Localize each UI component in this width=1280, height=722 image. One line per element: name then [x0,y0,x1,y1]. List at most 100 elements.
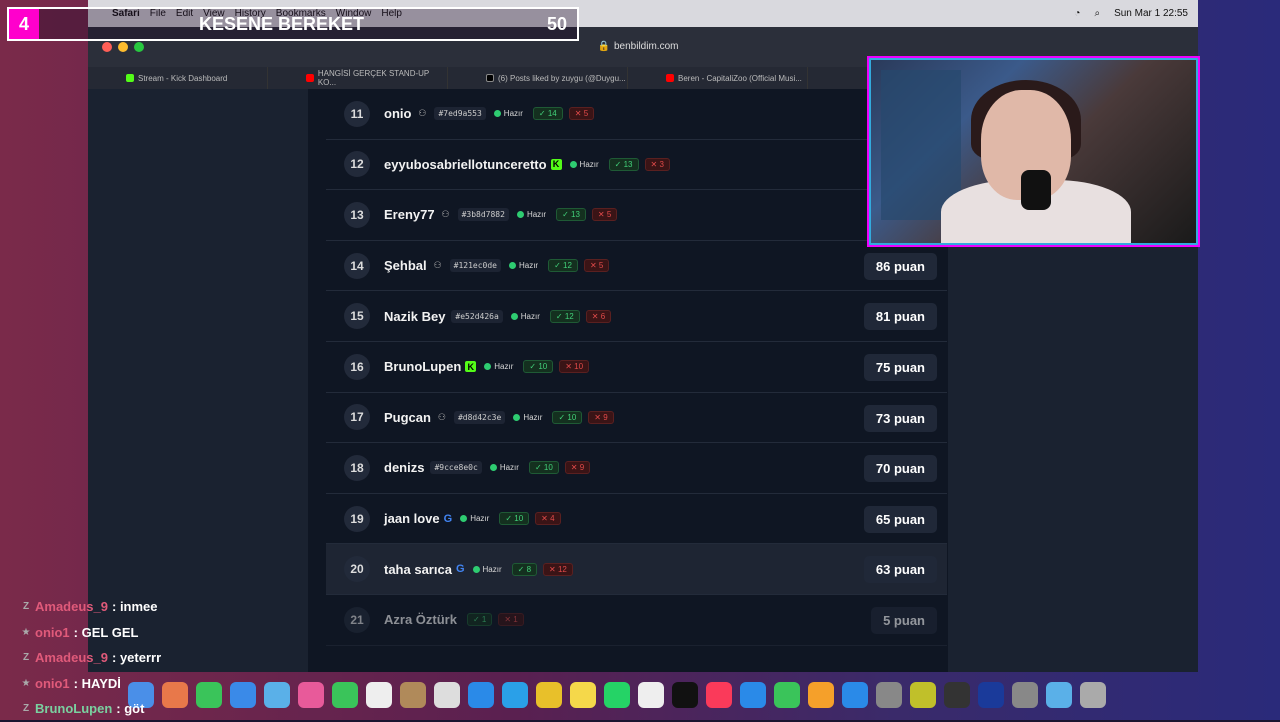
system-settings-icon[interactable] [876,682,902,708]
pages-icon[interactable] [808,682,834,708]
correct-count-value: 13 [624,160,633,169]
tab-x-posts[interactable]: (6) Posts liked by zuygu (@Duygu... [448,67,628,89]
score-badge: 75 puan [864,354,937,381]
tab-label: Stream - Kick Dashboard [138,74,227,83]
status-ready: Hazır [460,514,489,523]
wrong-count: ✕ 9 [588,411,613,424]
youtube-icon [666,74,674,82]
score-badge: 73 puan [864,405,937,432]
chat-text-value: yeterrr [120,650,161,665]
check-icon [517,211,524,218]
wrong-count-value: 9 [580,463,584,472]
search-icon[interactable]: ⌕ [1094,8,1100,19]
leaderboard-row: 16BrunoLupenKHazır✓ 10✕ 1075 puan [326,342,947,393]
correct-count-value: 10 [544,463,553,472]
wrong-count: ✕ 12 [543,563,573,576]
wifi-icon[interactable]: ◔ [1074,8,1080,19]
status-ready: Hazır [570,160,599,169]
stream-chat: ZAmadeus_9: inmee★onio1: GEL GELZAmadeus… [20,594,540,722]
clock[interactable]: Sun Mar 1 22:55 [1114,8,1188,19]
apple-tv-icon[interactable] [672,682,698,708]
score-badge: 65 puan [864,506,937,533]
player-hash: #9cce8e0c [430,461,481,474]
dock-app-icon[interactable] [910,682,936,708]
quiz-overlay-bar: 4 KESENE BEREKET 50 [7,7,579,41]
rank-badge: 14 [344,253,370,279]
chat-text: : inmee [112,599,158,614]
player-hash: #e52d426a [451,310,502,323]
chat-text-value: göt [124,701,144,716]
chat-text: : göt [116,701,144,716]
tab-kick-dashboard[interactable]: Stream - Kick Dashboard [88,67,268,89]
tab-youtube-standup[interactable]: HANGİSİ GERÇEK STAND-UP KO... [268,67,448,89]
chat-message: ZAmadeus_9: inmee [20,594,540,620]
freeform-icon[interactable] [638,682,664,708]
leaderboard-row: 11onio⚇#7ed9a553Hazır✓ 14✕ 5 [326,89,947,140]
correct-count: ✓ 10 [499,512,529,525]
status-ready: Hazır [490,463,519,472]
wrong-count-value: 12 [558,565,567,574]
user-icon: ⚇ [416,108,428,120]
correct-count: ✓ 12 [550,310,580,323]
zoom-window-button[interactable] [134,42,144,52]
keynote-icon[interactable] [740,682,766,708]
correct-count: ✓ 10 [552,411,582,424]
notes-icon[interactable] [570,682,596,708]
status-ready-label: Hazır [521,312,540,321]
check-icon [490,464,497,471]
player-name: taha sarıca [384,562,452,577]
status-ready-label: Hazır [527,210,546,219]
player-name: BrunoLupen [384,359,461,374]
tab-youtube-beren[interactable]: Beren - CapitaliZoo (Official Musi... [628,67,808,89]
correct-count-value: 10 [567,413,576,422]
status-ready-label: Hazır [580,160,599,169]
chat-username[interactable]: Amadeus_9 [35,599,108,614]
trash-icon[interactable] [1080,682,1106,708]
player-name: jaan love [384,511,440,526]
wrong-count-value: 6 [601,312,605,321]
player-name: denizs [384,460,424,475]
chat-badge-icon: Z [20,652,32,664]
overlay-score: 50 [547,14,567,35]
downloads-folder-icon[interactable] [1046,682,1072,708]
check-icon [511,313,518,320]
rank-badge: 12 [344,151,370,177]
player-hash: #3b8d7882 [458,208,509,221]
minimize-window-button[interactable] [118,42,128,52]
player-name: Pugcan [384,410,431,425]
chat-text: : yeterrr [112,650,161,665]
leaderboard-row: 19jaan loveGHazır✓ 10✕ 465 puan [326,494,947,545]
check-icon [509,262,516,269]
app-store-icon[interactable] [842,682,868,708]
chat-badge-icon: ★ [20,626,32,638]
chat-username[interactable]: Amadeus_9 [35,650,108,665]
status-ready: Hazır [513,413,542,422]
check-icon [494,110,501,117]
wrong-count: ✕ 9 [565,461,590,474]
status-ready-label: Hazır [500,463,519,472]
chat-username[interactable]: onio1 [35,676,70,691]
close-window-button[interactable] [102,42,112,52]
score-badge: 63 puan [864,556,937,583]
numbers-icon[interactable] [774,682,800,708]
player-hash: #121ec0de [450,259,501,272]
chat-username[interactable]: BrunoLupen [35,701,112,716]
round-number: 4 [9,9,39,39]
wd-icon[interactable] [978,682,1004,708]
chat-username[interactable]: onio1 [35,625,70,640]
chat-message: ★onio1: HAYDİ [20,671,540,697]
x-icon [486,74,494,82]
status-ready-label: Hazır [470,514,489,523]
music-icon[interactable] [706,682,732,708]
score-badge: 81 puan [864,303,937,330]
rank-badge: 20 [344,556,370,582]
leaderboard-row: 17Pugcan⚇#d8d42c3eHazır✓ 10✕ 973 puan [326,393,947,444]
leaderboard-row: 20taha sarıcaGHazır✓ 8✕ 1263 puan [326,544,947,595]
obs-icon[interactable] [944,682,970,708]
quicktime-icon[interactable] [1012,682,1038,708]
check-icon [460,515,467,522]
status-ready: Hazır [509,261,538,270]
chat-text: : HAYDİ [74,676,121,691]
leaderboard-row: 13Ereny77⚇#3b8d7882Hazır✓ 13✕ 5 [326,190,947,241]
whatsapp-icon[interactable] [604,682,630,708]
